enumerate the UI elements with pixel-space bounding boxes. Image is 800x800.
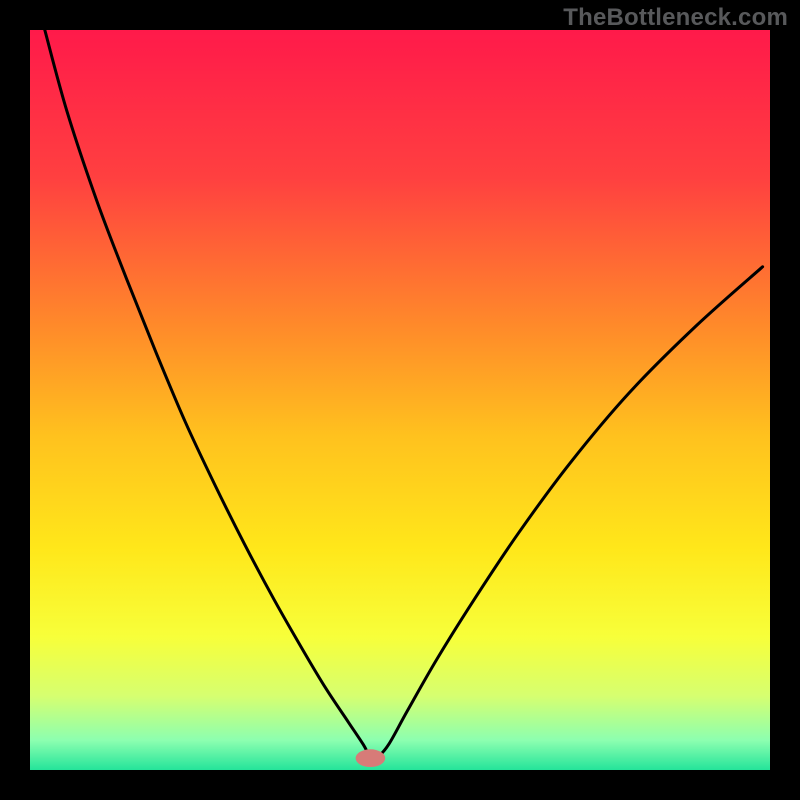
- gradient-background: [30, 30, 770, 770]
- watermark-text: TheBottleneck.com: [563, 4, 788, 32]
- chart-frame: TheBottleneck.com: [0, 0, 800, 800]
- chart-svg: [30, 30, 770, 770]
- plot-area: [30, 30, 770, 770]
- optimal-marker: [356, 749, 386, 767]
